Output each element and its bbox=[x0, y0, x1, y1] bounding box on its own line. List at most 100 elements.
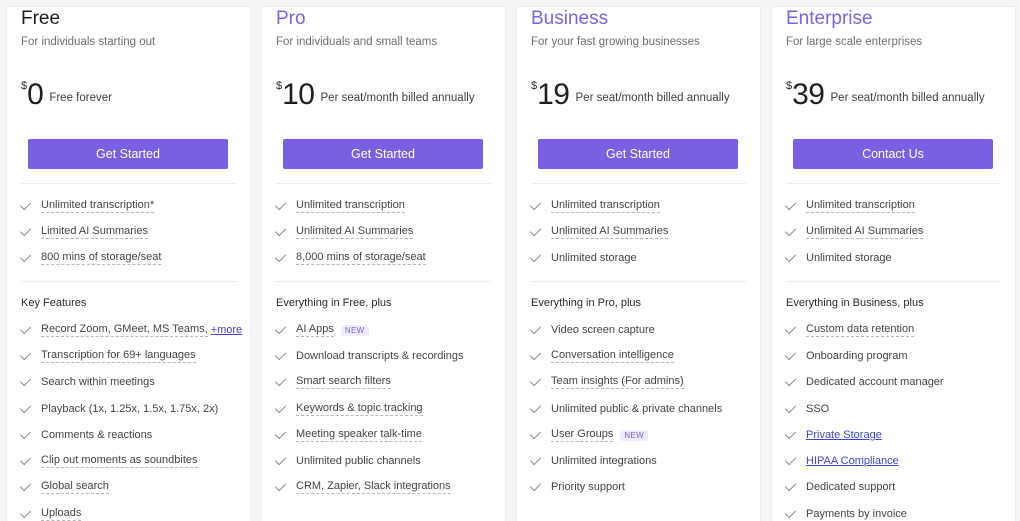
plan-card-enterprise: Enterprise For large scale enterprises $… bbox=[771, 6, 1016, 521]
basic-feature-item: Unlimited transcription bbox=[274, 198, 405, 214]
feature-item: User Groups NEW bbox=[529, 427, 648, 443]
feature-item: Private Storage bbox=[784, 427, 882, 443]
price-amount: 19 bbox=[537, 78, 570, 111]
feature-item: HIPAA Compliance bbox=[784, 453, 899, 469]
check-icon bbox=[19, 348, 32, 361]
check-icon bbox=[19, 224, 32, 237]
check-icon bbox=[19, 401, 32, 414]
check-icon bbox=[529, 224, 542, 237]
divider bbox=[276, 281, 491, 282]
plan-card-pro: Pro For individuals and small teams $ 10… bbox=[261, 6, 506, 521]
feature-item: CRM, Zapier, Slack integrations bbox=[274, 479, 451, 495]
check-icon bbox=[784, 401, 797, 414]
plan-name: Pro bbox=[276, 8, 306, 29]
check-icon bbox=[784, 322, 797, 335]
feature-item: Smart search filters bbox=[274, 374, 391, 390]
section-title: Everything in Pro, plus bbox=[531, 297, 642, 309]
feature-item: Meeting speaker talk-time bbox=[274, 427, 422, 443]
plan-name: Business bbox=[531, 8, 609, 29]
basic-feature-item: Unlimited transcription bbox=[784, 198, 915, 214]
check-icon bbox=[274, 224, 287, 237]
check-icon bbox=[19, 453, 32, 466]
plan-card-business: Business For your fast growing businesse… bbox=[516, 6, 761, 521]
feature-item: Conversation intelligence bbox=[529, 348, 674, 364]
plan-name: Enterprise bbox=[786, 8, 873, 29]
new-badge: NEW bbox=[340, 324, 369, 336]
check-icon bbox=[529, 479, 542, 492]
check-icon bbox=[529, 198, 542, 211]
basic-feature-item: Unlimited transcription bbox=[529, 198, 660, 214]
feature-item: AI Apps NEW bbox=[274, 322, 369, 338]
feature-item: Clip out moments as soundbites bbox=[19, 453, 198, 469]
check-icon bbox=[274, 401, 287, 414]
feature-item: Comments & reactions bbox=[19, 427, 152, 443]
check-icon bbox=[274, 374, 287, 387]
section-title: Everything in Free, plus bbox=[276, 297, 392, 309]
section-title: Key Features bbox=[21, 297, 87, 309]
feature-item: Global search bbox=[19, 479, 109, 495]
feature-item: Record Zoom, GMeet, MS Teams, +more bbox=[19, 322, 243, 338]
feature-item: Transcription for 69+ languages bbox=[19, 348, 196, 364]
basic-feature-item: 8,000 mins of storage/seat bbox=[274, 250, 426, 266]
check-icon bbox=[529, 427, 542, 440]
divider bbox=[786, 183, 1001, 184]
check-icon bbox=[529, 322, 542, 335]
basic-feature-item: Limited AI Summaries bbox=[19, 224, 148, 240]
new-badge: NEW bbox=[620, 429, 648, 441]
basic-feature-item: Unlimited AI Summaries bbox=[784, 224, 924, 240]
price-row: $ 19 Per seat/month billed annually bbox=[531, 77, 730, 117]
check-icon bbox=[274, 479, 287, 492]
plan-name: Free bbox=[21, 8, 61, 29]
divider bbox=[531, 281, 746, 282]
check-icon bbox=[19, 479, 32, 492]
feature-item: Onboarding program bbox=[784, 348, 908, 364]
private-storage-link[interactable]: Private Storage bbox=[806, 429, 882, 441]
basic-feature-item: 800 mins of storage/seat bbox=[19, 250, 162, 266]
check-icon bbox=[274, 427, 287, 440]
pricing-grid: Free For individuals starting out $ 0 Fr… bbox=[0, 0, 1020, 521]
feature-item: Dedicated support bbox=[784, 479, 895, 495]
check-icon bbox=[274, 322, 287, 335]
plan-card-free: Free For individuals starting out $ 0 Fr… bbox=[6, 6, 251, 521]
check-icon bbox=[19, 322, 32, 335]
section-title: Everything in Business, plus bbox=[786, 297, 924, 309]
check-icon bbox=[784, 250, 797, 263]
check-icon bbox=[529, 348, 542, 361]
price-row: $ 39 Per seat/month billed annually bbox=[786, 77, 985, 117]
basic-feature-item: Unlimited AI Summaries bbox=[274, 224, 414, 240]
check-icon bbox=[784, 348, 797, 361]
plan-description: For individuals starting out bbox=[21, 36, 156, 48]
basic-feature-item: Unlimited transcription* bbox=[19, 198, 155, 214]
feature-item: Keywords & topic tracking bbox=[274, 401, 423, 417]
contact-us-button[interactable]: Contact Us bbox=[793, 139, 993, 169]
check-icon bbox=[784, 427, 797, 440]
check-icon bbox=[274, 348, 287, 361]
divider bbox=[531, 183, 746, 184]
feature-item: Unlimited public channels bbox=[274, 453, 421, 469]
feature-item: SSO bbox=[784, 401, 829, 417]
feature-item: Custom data retention bbox=[784, 322, 915, 338]
hipaa-compliance-link[interactable]: HIPAA Compliance bbox=[806, 455, 899, 467]
divider bbox=[21, 281, 236, 282]
check-icon bbox=[19, 506, 32, 519]
divider bbox=[786, 281, 1001, 282]
check-icon bbox=[19, 374, 32, 387]
feature-item: Uploads bbox=[19, 506, 82, 521]
feature-item: Video screen capture bbox=[529, 322, 655, 338]
get-started-button[interactable]: Get Started bbox=[28, 139, 228, 169]
price-amount: 0 bbox=[27, 78, 44, 111]
price-note: Per seat/month billed annually bbox=[575, 92, 730, 104]
more-link[interactable]: +more bbox=[211, 324, 243, 336]
basic-feature-item: Unlimited AI Summaries bbox=[529, 224, 669, 240]
get-started-button[interactable]: Get Started bbox=[538, 139, 738, 169]
check-icon bbox=[529, 374, 542, 387]
check-icon bbox=[274, 453, 287, 466]
plan-description: For individuals and small teams bbox=[276, 36, 438, 48]
check-icon bbox=[784, 224, 797, 237]
price-amount: 39 bbox=[792, 78, 825, 111]
check-icon bbox=[784, 479, 797, 492]
price-row: $ 0 Free forever bbox=[21, 77, 112, 117]
get-started-button[interactable]: Get Started bbox=[283, 139, 483, 169]
feature-item: Team insights (For admins) bbox=[529, 374, 684, 390]
plan-description: For large scale enterprises bbox=[786, 36, 923, 48]
